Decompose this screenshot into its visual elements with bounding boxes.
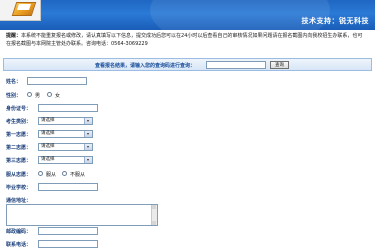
category-label: 考生类别： <box>6 119 32 125</box>
address-label: 通信地址： <box>6 198 32 204</box>
notice-prefix: 提醒： <box>6 33 22 39</box>
choice3-select[interactable]: 请选择 <box>38 156 93 164</box>
school-input[interactable] <box>38 183 98 191</box>
page-icon <box>17 4 31 10</box>
logo <box>0 0 41 21</box>
textarea-scrollbar[interactable] <box>151 205 157 225</box>
choice3-select-value: 请选择 <box>41 157 55 162</box>
postcode-input[interactable] <box>38 227 98 235</box>
phone-label: 联系电话： <box>6 242 32 248</box>
choice1-select[interactable]: 请选择 <box>38 130 93 138</box>
registration-form: 姓名： 性别： 男 女 身份证号： 考生类别： 请选择 第一志愿： 请选择 第二… <box>0 72 375 250</box>
phone-input[interactable] <box>38 240 98 248</box>
tech-support-text: 技术支持：锐无科技 <box>301 17 369 25</box>
category-select[interactable]: 请选择 <box>38 117 93 125</box>
header-banner: 技术支持：锐无科技 <box>0 0 375 30</box>
gender-female-radio[interactable] <box>47 92 52 97</box>
choice2-select[interactable]: 请选择 <box>38 143 93 151</box>
address-textarea[interactable] <box>6 204 158 226</box>
gender-label: 性别： <box>6 93 22 99</box>
search-input[interactable] <box>206 61 266 69</box>
notice-text: 提醒：本系统不能重复报名或修改，请认真填写以下信息，提交成功后您可以在24小时以… <box>6 32 366 48</box>
adjust-label: 服从志愿： <box>6 172 32 178</box>
chevron-down-icon <box>84 157 92 163</box>
category-select-value: 请选择 <box>41 118 55 123</box>
choice2-label: 第二志愿： <box>6 145 32 151</box>
adjust-no-label: 不服从 <box>70 172 86 178</box>
id-input[interactable] <box>38 104 98 112</box>
name-input[interactable] <box>27 77 87 85</box>
notice-body: 本系统不能重复报名或修改，请认真填写以下信息，提交成功后您可以在24小时以后查看… <box>6 33 363 47</box>
choice3-label: 第三志愿： <box>6 158 32 164</box>
adjust-no-radio[interactable] <box>62 171 67 176</box>
name-label: 姓名： <box>6 79 22 85</box>
choice1-select-value: 请选择 <box>41 131 55 136</box>
search-bar: 查看报名结果，请输入您的查询码进行查询： 查询 <box>3 58 372 71</box>
chevron-down-icon <box>84 144 92 150</box>
school-label: 毕业学校： <box>6 185 32 191</box>
adjust-yes-radio[interactable] <box>38 171 43 176</box>
choice2-select-value: 请选择 <box>41 144 55 149</box>
id-label: 身份证号： <box>6 106 32 112</box>
gender-male-radio[interactable] <box>27 92 32 97</box>
adjust-yes-label: 服从 <box>46 172 57 178</box>
search-button[interactable]: 查询 <box>270 61 289 69</box>
gender-female-label: 女 <box>55 93 61 99</box>
chevron-down-icon <box>84 131 92 137</box>
search-label: 查看报名结果，请输入您的查询码进行查询： <box>95 63 196 69</box>
choice1-label: 第一志愿： <box>6 132 32 138</box>
postcode-label: 邮政编码： <box>6 229 32 235</box>
chevron-down-icon <box>84 118 92 124</box>
gender-male-label: 男 <box>35 93 41 99</box>
